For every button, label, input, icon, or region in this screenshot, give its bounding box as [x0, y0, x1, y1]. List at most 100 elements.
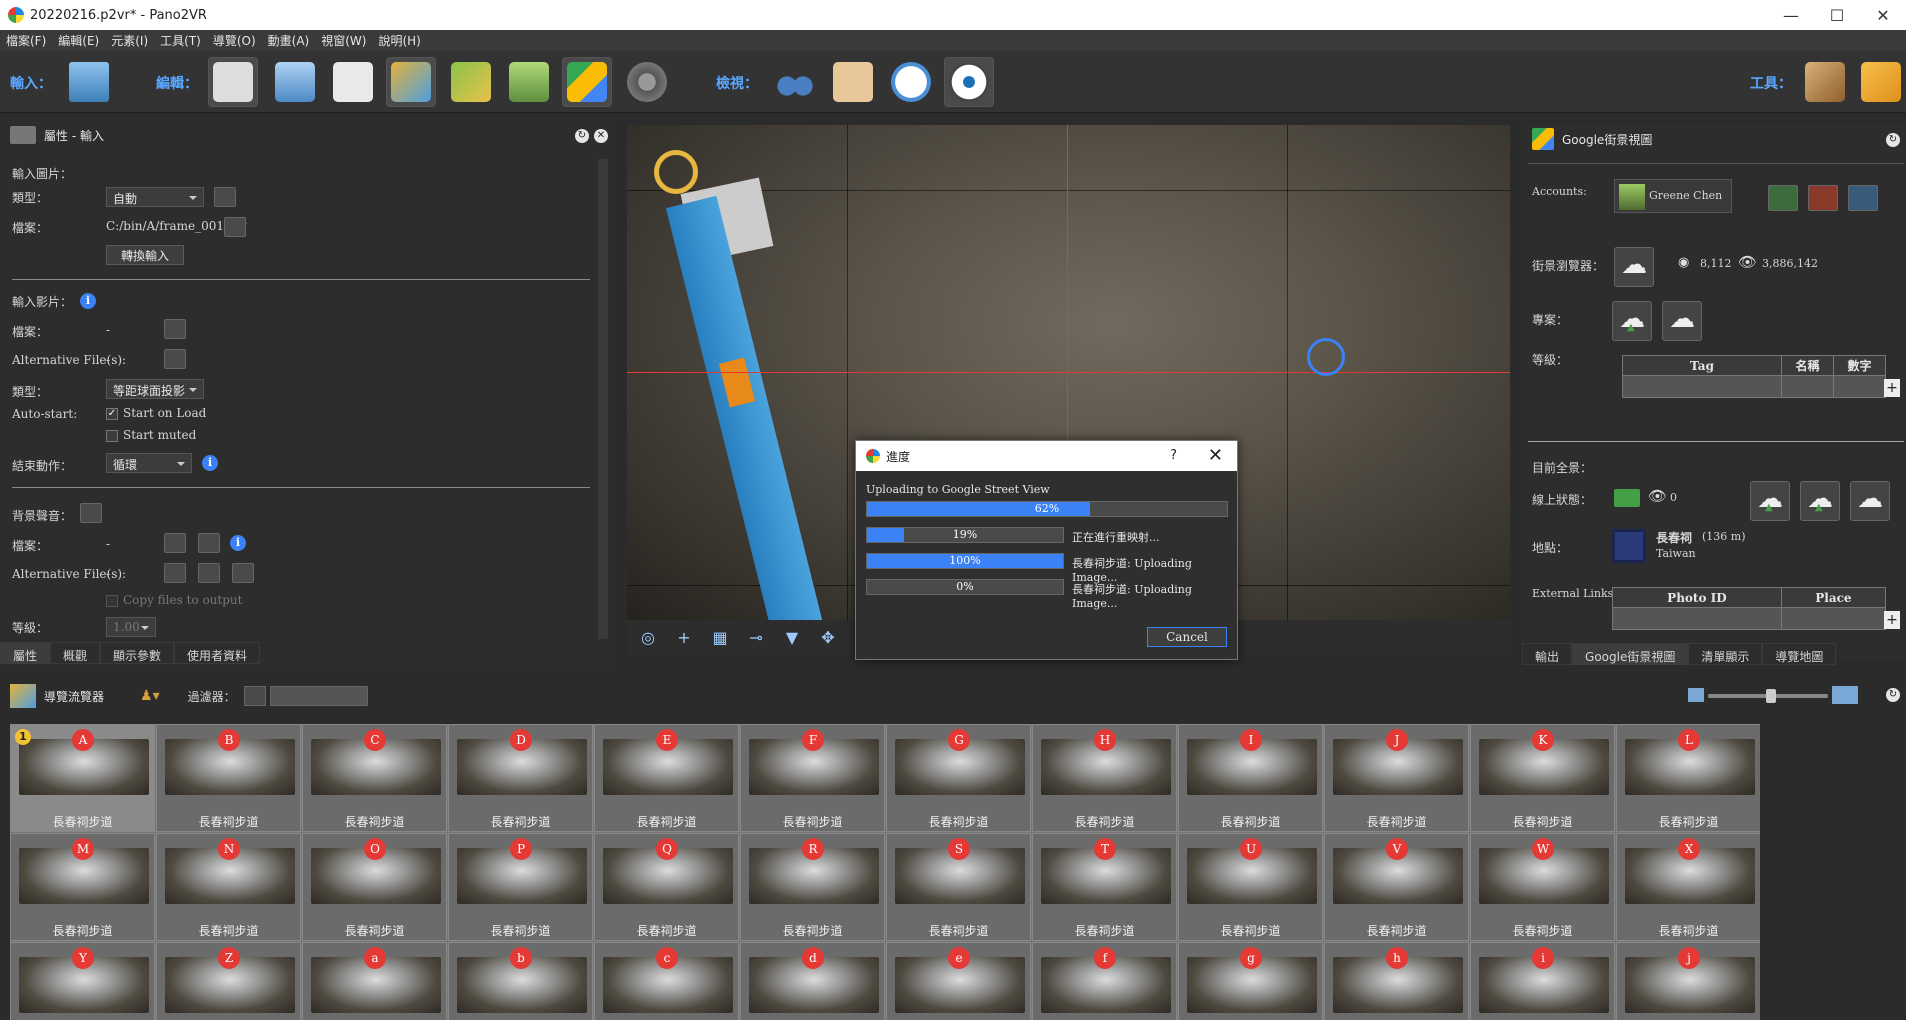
start-muted-checkbox[interactable]	[106, 430, 118, 442]
properties-scrollbar[interactable]	[598, 159, 608, 639]
add-level-button[interactable]: +	[1884, 379, 1900, 397]
cloud-upload-icon[interactable]	[1800, 481, 1840, 521]
tour-node[interactable]: C 長春祠步道	[302, 724, 447, 832]
timer-button[interactable]	[886, 57, 936, 107]
type-options-button[interactable]	[214, 187, 236, 207]
tour-node[interactable]: D 長春祠步道	[448, 724, 593, 832]
cloud-settings-icon[interactable]	[1850, 481, 1890, 521]
menu-file[interactable]: 檔案(F)	[6, 32, 46, 49]
help-button[interactable]: ?	[1170, 448, 1177, 463]
ruler-icon[interactable]: ⊸	[745, 628, 767, 648]
menu-window[interactable]: 視窗(W)	[321, 32, 366, 49]
cloud-upload-icon[interactable]	[1750, 481, 1790, 521]
menu-edit[interactable]: 編輯(E)	[58, 32, 99, 49]
animation-button[interactable]	[504, 57, 554, 107]
tour-node[interactable]: O 長春祠步道	[302, 833, 447, 941]
cloud-browse-icon[interactable]	[1614, 247, 1654, 287]
tour-node[interactable]: V 長春祠步道	[1324, 833, 1469, 941]
add-link-button[interactable]: +	[1884, 611, 1900, 629]
browse-alt-sound-button[interactable]	[232, 563, 254, 583]
bg-sound-button[interactable]	[80, 503, 102, 523]
package-tool-button[interactable]	[1856, 57, 1906, 107]
table-cell[interactable]	[1781, 375, 1834, 398]
account-select[interactable]: Greene Chen	[1614, 179, 1732, 213]
add-account-icon[interactable]	[1848, 185, 1878, 211]
add-panorama-button[interactable]	[64, 57, 114, 107]
copy-files-checkbox[interactable]	[106, 595, 118, 607]
convert-input-button[interactable]: 轉換輸入	[106, 245, 184, 265]
tour-node[interactable]: F 長春祠步道	[740, 724, 885, 832]
thumbnail-size-slider[interactable]	[1708, 689, 1828, 703]
tour-node[interactable]: a	[302, 942, 447, 1020]
crosshair-icon[interactable]: +	[673, 628, 695, 648]
tour-node[interactable]: j	[1616, 942, 1760, 1020]
menu-animation[interactable]: 動畫(A)	[268, 32, 310, 49]
tab-overview[interactable]: 概觀	[50, 642, 101, 664]
shield-icon[interactable]	[1768, 185, 1798, 211]
compass-icon[interactable]: ◎	[637, 628, 659, 648]
tab-list-view[interactable]: 清單顯示	[1688, 643, 1763, 665]
funnel-icon[interactable]: ▼	[781, 628, 803, 648]
tour-node[interactable]: Z	[156, 942, 301, 1020]
tour-node[interactable]: i	[1470, 942, 1615, 1020]
close-button[interactable]: ✕	[1860, 0, 1906, 30]
table-cell[interactable]	[1622, 375, 1782, 398]
tour-node[interactable]: T 長春祠步道	[1032, 833, 1177, 941]
tour-node[interactable]: R 長春祠步道	[740, 833, 885, 941]
panel-refresh-icon[interactable]: ↻	[575, 129, 589, 143]
tab-google-street-view[interactable]: Google街景視圖	[1572, 643, 1689, 665]
move-icon[interactable]: ✥	[817, 628, 839, 648]
tour-node[interactable]: U 長春祠步道	[1178, 833, 1323, 941]
tour-node[interactable]: Q 長春祠步道	[594, 833, 739, 941]
type-select[interactable]: 自動	[106, 187, 204, 207]
settings-button[interactable]	[198, 563, 220, 583]
menu-tour[interactable]: 導覽(O)	[213, 32, 256, 49]
tour-node[interactable]: K 長春祠步道	[1470, 724, 1615, 832]
dialog-close-button[interactable]: ✕	[1208, 445, 1223, 466]
tour-node[interactable]: S 長春祠步道	[886, 833, 1031, 941]
table-cell[interactable]	[1833, 375, 1886, 398]
clipboard-button[interactable]	[828, 57, 878, 107]
user-filter-icon[interactable]: ♟▾	[140, 688, 160, 704]
menu-elements[interactable]: 元素(I)	[111, 32, 148, 49]
tour-node[interactable]: f	[1032, 942, 1177, 1020]
table-cell[interactable]	[1780, 607, 1887, 630]
tour-node[interactable]: e	[886, 942, 1031, 1020]
video-button[interactable]	[622, 57, 672, 107]
grid-icon[interactable]: ▦	[709, 628, 731, 648]
panel-refresh-icon[interactable]: ↻	[1886, 688, 1900, 702]
panel-refresh-icon[interactable]: ↻	[1886, 133, 1900, 147]
info-icon[interactable]: i	[202, 455, 218, 471]
cloud-settings-icon[interactable]	[1662, 301, 1702, 341]
browse-video-button[interactable]	[164, 319, 186, 339]
tab-output[interactable]: 輸出	[1522, 643, 1573, 665]
tab-tour-map[interactable]: 導覽地圖	[1762, 643, 1837, 665]
tour-node[interactable]: b	[448, 942, 593, 1020]
info-icon[interactable]: i	[230, 535, 246, 551]
panel-close-icon[interactable]: ✕	[594, 129, 608, 143]
info-icon[interactable]: i	[80, 293, 96, 309]
column-header[interactable]: 數字	[1833, 355, 1886, 376]
minimize-button[interactable]: —	[1768, 0, 1814, 30]
map-tool-button[interactable]	[1800, 57, 1850, 107]
tour-node[interactable]: G 長春祠步道	[886, 724, 1031, 832]
column-header[interactable]: Tag	[1622, 355, 1782, 376]
play-alt-sound-button[interactable]	[164, 563, 186, 583]
tour-node[interactable]: B 長春祠步道	[156, 724, 301, 832]
tab-user-data[interactable]: 使用者資料	[174, 642, 261, 664]
tour-node[interactable]: M 長春祠步道	[10, 833, 155, 941]
play-sound-button[interactable]	[164, 533, 186, 553]
tour-node[interactable]: E 長春祠步道	[594, 724, 739, 832]
tour-node[interactable]: N 長春祠步道	[156, 833, 301, 941]
tour-node[interactable]: d	[740, 942, 885, 1020]
tour-node[interactable]: J 長春祠步道	[1324, 724, 1469, 832]
tour-node[interactable]: X 長春祠步道	[1616, 833, 1760, 941]
viewing-parameters-button[interactable]	[208, 57, 258, 107]
user-data-button[interactable]	[328, 57, 378, 107]
tab-properties[interactable]: 屬性	[0, 642, 51, 664]
tour-browser-button[interactable]	[386, 57, 436, 107]
tour-node[interactable]: I 長春祠步道	[1178, 724, 1323, 832]
level-spinbox[interactable]: 1.00	[106, 617, 156, 637]
tour-node[interactable]: P 長春祠步道	[448, 833, 593, 941]
map-button[interactable]	[446, 57, 496, 107]
